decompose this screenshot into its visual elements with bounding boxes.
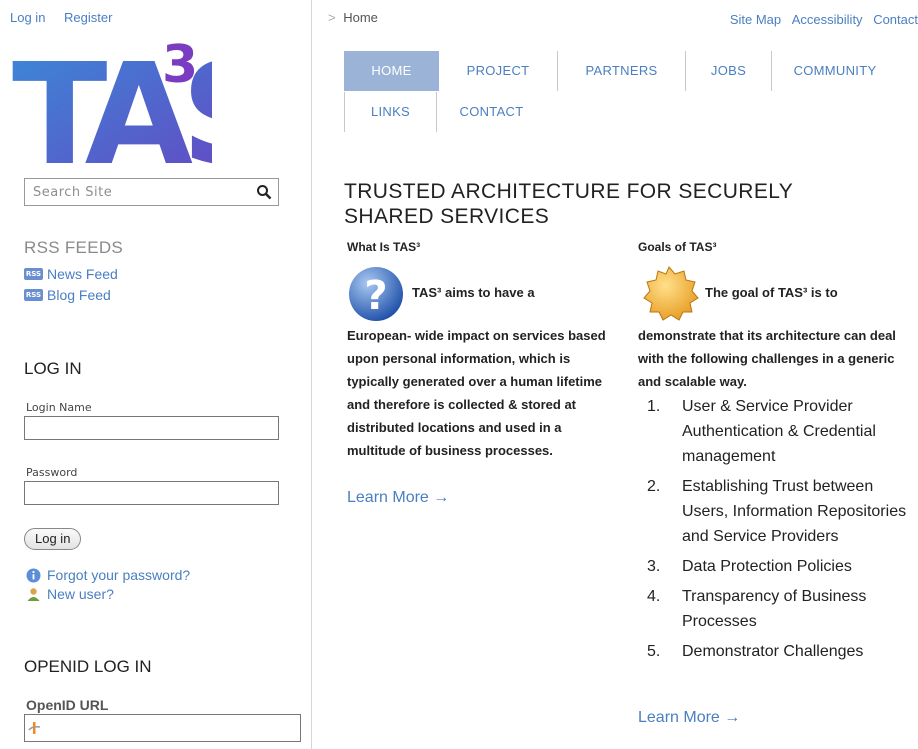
login-heading: LOG IN — [24, 359, 82, 378]
site-actions: Site Map Accessibility Contact — [723, 12, 918, 27]
what-is-column: What Is TAS³ ? TAS³ aims to have a Europ… — [347, 240, 617, 506]
user-icon — [27, 587, 40, 601]
openid-url-field[interactable] — [24, 714, 301, 742]
what-learn-more-link[interactable]: Learn More → — [347, 489, 449, 507]
logo-superscript: 3 — [162, 38, 198, 95]
goals-list: 1. User & Service Provider Authentication… — [647, 394, 907, 669]
left-sidebar: Log in Register TAS 3 RSS FEEDS RSS News… — [0, 0, 312, 749]
list-item: 5. Demonstrator Challenges — [647, 643, 864, 660]
tab-contact[interactable]: CONTACT — [436, 92, 546, 132]
new-user-label: New user? — [47, 586, 114, 602]
openid-icon — [28, 722, 41, 734]
contact-link[interactable]: Contact — [873, 12, 918, 27]
tab-partners[interactable]: PARTNERS — [557, 51, 685, 91]
main-content: > Home Site Map Accessibility Contact HO… — [313, 0, 918, 749]
info-icon — [26, 568, 41, 582]
login-name-label: Login Name — [26, 401, 92, 414]
page-title: TRUSTED ARCHITECTURE FOR SECURELY SHARED… — [344, 180, 793, 228]
register-link[interactable]: Register — [64, 10, 112, 25]
tab-links[interactable]: LINKS — [344, 92, 436, 132]
forgot-password-link[interactable]: Forgot your password? — [26, 567, 190, 583]
tab-community[interactable]: COMMUNITY — [771, 51, 898, 91]
search-box — [24, 178, 279, 206]
rss-heading: RSS FEEDS — [24, 238, 124, 257]
rss-news-feed[interactable]: RSS News Feed — [24, 266, 118, 282]
what-lead: TAS³ aims to have a — [412, 285, 535, 300]
site-map-link[interactable]: Site Map — [730, 12, 781, 27]
forgot-password-label: Forgot your password? — [47, 567, 191, 583]
rss-icon: RSS — [24, 268, 43, 280]
breadcrumb: > Home — [328, 10, 378, 25]
rss-item-label: Blog Feed — [47, 287, 111, 303]
magnifier-icon[interactable] — [256, 184, 272, 200]
goals-lead: The goal of TAS³ is to — [705, 285, 838, 300]
list-item: 3. Data Protection Policies — [647, 558, 852, 575]
goals-learn-more-link[interactable]: Learn More → — [638, 709, 740, 727]
rss-icon: RSS — [24, 289, 43, 301]
tab-home[interactable]: HOME — [344, 51, 439, 91]
list-item: 2. Establishing Trust between Users, Info… — [647, 478, 907, 545]
tab-project[interactable]: PROJECT — [439, 51, 557, 91]
question-mark-icon: ? — [349, 267, 403, 321]
list-item: 4. Transparency of Business Processes — [647, 588, 867, 630]
breadcrumb-home[interactable]: Home — [343, 10, 378, 25]
password-label: Password — [26, 466, 78, 479]
search-input[interactable] — [25, 179, 245, 205]
openid-heading: OPENID LOG IN — [24, 657, 152, 676]
new-user-link[interactable]: New user? — [26, 586, 114, 602]
rss-blog-feed[interactable]: RSS Blog Feed — [24, 287, 111, 303]
rss-item-label: News Feed — [47, 266, 118, 282]
login-button[interactable]: Log in — [24, 528, 82, 550]
seal-badge-icon — [643, 266, 699, 321]
what-body: European- wide impact on services based … — [347, 328, 606, 458]
breadcrumb-separator: > — [328, 10, 336, 25]
goals-column: Goals of TAS³ The goal of TAS³ is to dem… — [638, 240, 918, 726]
login-name-field[interactable] — [24, 416, 279, 440]
what-heading: What Is TAS³ — [347, 240, 421, 254]
tab-jobs[interactable]: JOBS — [685, 51, 771, 91]
goals-body: demonstrate that its architecture can de… — [638, 328, 896, 389]
openid-url-label: OpenID URL — [26, 697, 109, 713]
auth-links: Log in Register — [10, 10, 127, 25]
accessibility-link[interactable]: Accessibility — [792, 12, 863, 27]
login-link[interactable]: Log in — [10, 10, 45, 25]
svg-text:?: ? — [364, 273, 387, 319]
password-field[interactable] — [24, 481, 279, 505]
site-logo[interactable]: TAS 3 — [12, 38, 212, 173]
goals-heading: Goals of TAS³ — [638, 240, 717, 254]
list-item: 1. User & Service Provider Authentication… — [647, 398, 876, 465]
